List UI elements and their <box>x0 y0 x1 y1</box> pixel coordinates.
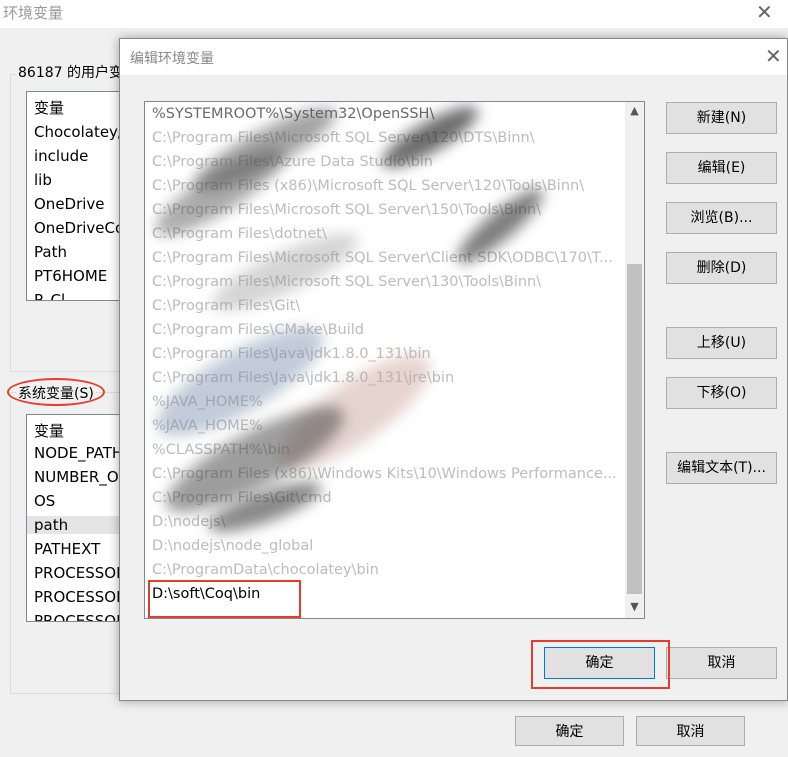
list-item[interactable]: NUMBER_OI <box>34 468 123 486</box>
list-item[interactable]: OneDrive <box>34 195 105 213</box>
list-item[interactable]: lib <box>34 171 52 189</box>
list-item[interactable]: PATHEXT <box>34 540 100 558</box>
annotation-box-new-path <box>148 580 301 618</box>
list-item[interactable]: Path <box>34 243 67 261</box>
cancel-button[interactable]: 取消 <box>666 647 777 679</box>
scroll-up-icon[interactable]: ▲ <box>625 102 644 120</box>
close-icon[interactable]: ✕ <box>765 44 782 68</box>
annotation-box-ok <box>531 640 670 689</box>
list-item-selected[interactable]: path <box>27 516 123 534</box>
edit-button[interactable]: 编辑(E) <box>666 152 777 184</box>
list-item[interactable]: include <box>34 147 88 165</box>
dialog-title-bar: 编辑环境变量 ✕ <box>120 39 787 75</box>
annotation-ellipse <box>7 378 105 406</box>
path-entry[interactable]: C:\Program Files\dotnet\ <box>152 226 624 242</box>
background-window-title: 环境变量 <box>3 4 64 22</box>
path-list-scrollbar[interactable]: ▲ ▼ <box>625 102 644 618</box>
list-item[interactable]: NODE_PATH <box>34 444 123 462</box>
list-item[interactable]: PROCESSOR <box>34 612 123 621</box>
list-item[interactable]: PT6HOME <box>34 267 107 285</box>
path-entry[interactable]: C:\Program Files\Microsoft SQL Server\Cl… <box>152 250 624 266</box>
user-variables-list[interactable]: 变量 Chocolatey/ include lib OneDrive OneD… <box>26 91 124 301</box>
delete-button[interactable]: 删除(D) <box>666 252 777 284</box>
path-entry[interactable]: C:\Program Files\Microsoft SQL Server\12… <box>152 130 624 146</box>
dialog-title: 编辑环境变量 <box>130 51 214 67</box>
close-icon[interactable]: ✕ <box>756 0 773 24</box>
path-entry[interactable]: %SYSTEMROOT%\System32\OpenSSH\ <box>152 106 624 122</box>
edit-text-button[interactable]: 编辑文本(T)... <box>666 452 777 484</box>
browse-button[interactable]: 浏览(B)... <box>666 202 777 234</box>
background-title-bar: 环境变量 ✕ <box>0 0 788 28</box>
new-button[interactable]: 新建(N) <box>666 102 777 134</box>
list-item[interactable]: OS <box>34 492 55 510</box>
path-entry[interactable]: D:\nodejs\node_global <box>152 538 624 554</box>
background-ok-button[interactable]: 确定 <box>515 716 624 746</box>
user-variables-label: 86187 的用户变 <box>16 62 125 82</box>
path-entry[interactable]: C:\Program Files\CMake\Build <box>152 322 624 338</box>
list-item[interactable]: OneDriveCo <box>34 219 123 237</box>
list-header[interactable]: 变量 <box>34 97 64 118</box>
scrollbar-thumb[interactable] <box>627 264 642 594</box>
list-item[interactable]: Chocolatey/ <box>34 123 123 141</box>
list-header[interactable]: 变量 <box>34 420 64 441</box>
system-variables-list[interactable]: 变量 NODE_PATH NUMBER_OI OS path PATHEXT P… <box>26 414 124 622</box>
scroll-down-icon[interactable]: ▼ <box>625 598 644 616</box>
list-item[interactable]: PROCESSOR <box>34 588 123 606</box>
background-cancel-button[interactable]: 取消 <box>636 716 745 746</box>
path-entry[interactable]: C:\ProgramData\chocolatey\bin <box>152 562 624 578</box>
move-down-button[interactable]: 下移(O) <box>666 377 777 409</box>
list-item[interactable]: P_Cl <box>34 291 65 300</box>
move-up-button[interactable]: 上移(U) <box>666 327 777 359</box>
path-entries-list[interactable]: %SYSTEMROOT%\System32\OpenSSH\ C:\Progra… <box>144 101 645 619</box>
list-item[interactable]: PROCESSOR <box>34 564 123 582</box>
